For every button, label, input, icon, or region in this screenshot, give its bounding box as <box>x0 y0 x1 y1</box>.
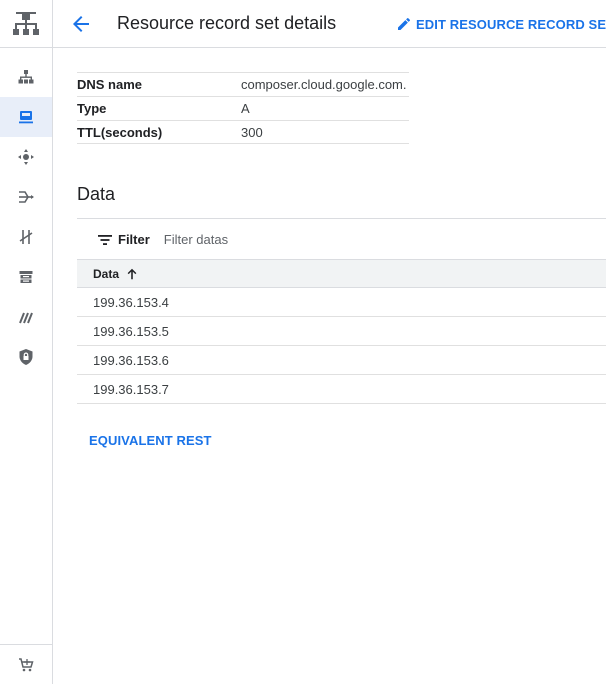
table-row: 199.36.153.7 <box>77 375 606 404</box>
table-row: 199.36.153.5 <box>77 317 606 346</box>
data-table: Data 199.36.153.4 199.36.153.5 199.36.15… <box>77 259 606 404</box>
arrow-back-icon <box>73 16 89 32</box>
sidebar-item-vpc-network[interactable] <box>0 57 52 97</box>
equivalent-rest-link[interactable]: EQUIVALENT REST <box>89 433 212 448</box>
vpc-network-icon <box>18 70 34 84</box>
details-value: composer.cloud.google.com. <box>241 77 407 92</box>
sidebar-item-load-balancing[interactable] <box>0 137 52 177</box>
page-header: Resource record set details EDIT RESOURC… <box>53 0 606 48</box>
record-details-table: DNS name composer.cloud.google.com. Type… <box>77 72 409 144</box>
back-button[interactable] <box>69 12 93 36</box>
data-section-title: Data <box>77 184 116 204</box>
details-value: A <box>241 101 250 116</box>
load-balancing-icon <box>18 149 34 165</box>
edit-resource-record-set-button[interactable]: EDIT RESOURCE RECORD SET <box>396 13 606 35</box>
details-value: 300 <box>241 124 263 140</box>
hybrid-connectivity-icon <box>19 191 34 203</box>
details-row-type: Type A <box>77 96 409 120</box>
sidebar-item-network-security[interactable] <box>0 337 52 377</box>
data-cell: 199.36.153.7 <box>93 381 169 397</box>
sidebar-item-hybrid-connectivity[interactable] <box>0 177 52 217</box>
network-security-icon <box>19 349 33 365</box>
table-row: 199.36.153.6 <box>77 346 606 375</box>
edit-button-label: EDIT RESOURCE RECORD SET <box>416 16 606 32</box>
sidebar-item-cloud-dns[interactable] <box>0 97 52 137</box>
filter-icon[interactable] <box>97 232 113 248</box>
details-row-dns-name: DNS name composer.cloud.google.com. <box>77 72 409 96</box>
data-cell: 199.36.153.6 <box>93 352 169 368</box>
details-key: Type <box>77 101 107 116</box>
pencil-icon <box>398 17 411 30</box>
data-cell: 199.36.153.5 <box>93 323 169 339</box>
sidebar-item-marketplace[interactable] <box>0 644 52 684</box>
details-key: DNS name <box>77 77 143 92</box>
sort-ascending-icon <box>127 268 137 279</box>
product-icon-container[interactable] <box>0 0 52 48</box>
cloud-storage-icon <box>19 271 33 283</box>
details-key: TTL(seconds) <box>77 124 163 140</box>
sidebar-item-cloud-storage[interactable] <box>0 257 52 297</box>
left-nav-rail <box>0 0 53 684</box>
dns-server-icon <box>19 111 33 124</box>
network-topology-icon <box>13 11 39 35</box>
filter-label: Filter <box>118 232 150 247</box>
data-column-header[interactable]: Data <box>77 259 606 288</box>
data-cell: 199.36.153.4 <box>93 294 169 310</box>
filter-input[interactable] <box>163 232 464 247</box>
table-row: 199.36.153.4 <box>77 288 606 317</box>
sidebar-item-network-services[interactable] <box>0 217 52 257</box>
network-services-icon <box>19 230 33 244</box>
column-header-label: Data <box>93 266 120 281</box>
details-row-ttl: TTL(seconds) 300 <box>77 120 409 144</box>
marketplace-icon <box>19 657 34 671</box>
filter-bar: Filter <box>77 218 606 260</box>
page-title: Resource record set details <box>117 13 337 33</box>
sidebar-item-network-intelligence[interactable] <box>0 297 52 337</box>
network-intelligence-icon <box>19 312 33 324</box>
